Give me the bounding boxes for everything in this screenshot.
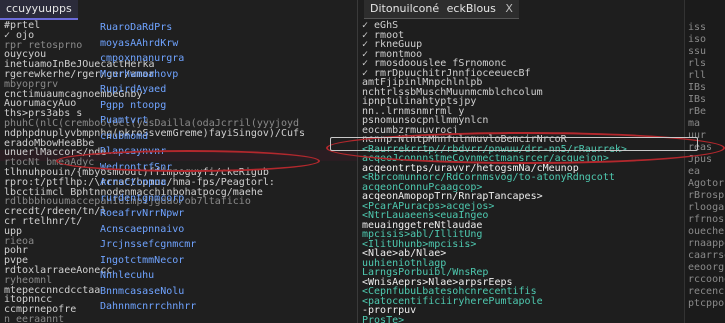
- far-right-line: rBe: [688, 106, 707, 117]
- left-blue-line: rurdentgnmcorp: [100, 192, 185, 204]
- far-right-line: Agotoruc: [688, 178, 725, 189]
- far-right-line: IBs: [688, 82, 707, 93]
- left-blue-line: moyasAAhrdKrw: [100, 37, 179, 49]
- left-blue-line: cmpoxnnanurgra: [100, 53, 185, 64]
- far-right-line: IBs: [688, 94, 707, 105]
- left-lines-line: n eeraannt: [4, 314, 65, 323]
- left-blue-line: Pgpp ntoopg: [100, 99, 167, 111]
- far-right-line: eeoorgcpvrl: [688, 262, 725, 273]
- far-right-line: rccoonenrne: [688, 274, 725, 285]
- left-editor-pane[interactable]: ccuyyuupps #prtel ✓ ojo rpr retosprno ouy…: [0, 0, 358, 323]
- far-right-line: rfrnosirrop: [688, 214, 725, 225]
- far-right-line: rnaapponcs: [688, 238, 725, 249]
- left-blue-line: Mcurhwmaahovp: [100, 68, 179, 80]
- selected-line-box: [330, 137, 698, 151]
- tab-right-subtitle: eckBlous: [446, 2, 496, 15]
- far-right-line: caarrsgucv: [688, 250, 725, 261]
- far-right-line: ea: [688, 166, 701, 177]
- left-blue-line: cnubmomd: [100, 130, 149, 142]
- left-blue-line: IngotctmmNecor: [100, 254, 185, 266]
- left-blue-line: RoeafrvNrrNpwr: [100, 208, 185, 219]
- tab-left-file[interactable]: ccuyyuupps: [0, 0, 78, 20]
- far-right-line: ssu: [688, 46, 707, 57]
- far-right-line: ptcpporl: [688, 298, 725, 309]
- far-right-line: iso: [688, 34, 707, 45]
- left-blue-line: Acrsctcnpna: [100, 177, 167, 188]
- left-blue-line: BnnmcasaseNolu: [100, 285, 185, 297]
- tab-right-file[interactable]: Ditonuilconé eckBlous X: [364, 0, 519, 19]
- far-right-line: rls: [688, 58, 707, 69]
- left-blue-line: Jrcjnssefcgnmcmr: [100, 239, 197, 250]
- far-right-line: rloogarsncs: [688, 202, 725, 213]
- far-right-line: rll: [688, 70, 707, 81]
- tab-left-title: ccuyyuupps: [6, 2, 72, 15]
- left-blue-line: Dahnnmcnrrchnhrr: [100, 301, 197, 312]
- far-right-panel: iss iso ssu rls rll IBs IBs rBe ma uur reas Jpus ea A…: [684, 0, 725, 323]
- close-icon[interactable]: X: [505, 2, 513, 15]
- left-blue-line: RuaroDaRdPrs: [100, 22, 173, 33]
- left-blue-line: RupirdAyaed: [100, 84, 167, 95]
- far-right-line: iss: [688, 22, 707, 33]
- red-annotation-ellipse-left: [56, 150, 320, 172]
- right-lines-line: ProsTe>: [362, 314, 405, 323]
- left-blue-line: Acnscaepnnaivo: [100, 223, 185, 235]
- left-blue-line: Nnhlecuhu: [100, 270, 155, 281]
- far-right-line: ouecheuclel: [688, 226, 725, 237]
- far-right-line: rBrosps: [688, 190, 725, 201]
- far-right-line: ma: [688, 118, 701, 129]
- far-right-line: recencchnnre: [688, 286, 725, 297]
- left-blue-line: Puamtvrt: [100, 115, 149, 126]
- tab-right-title: Ditonuilconé: [370, 2, 440, 15]
